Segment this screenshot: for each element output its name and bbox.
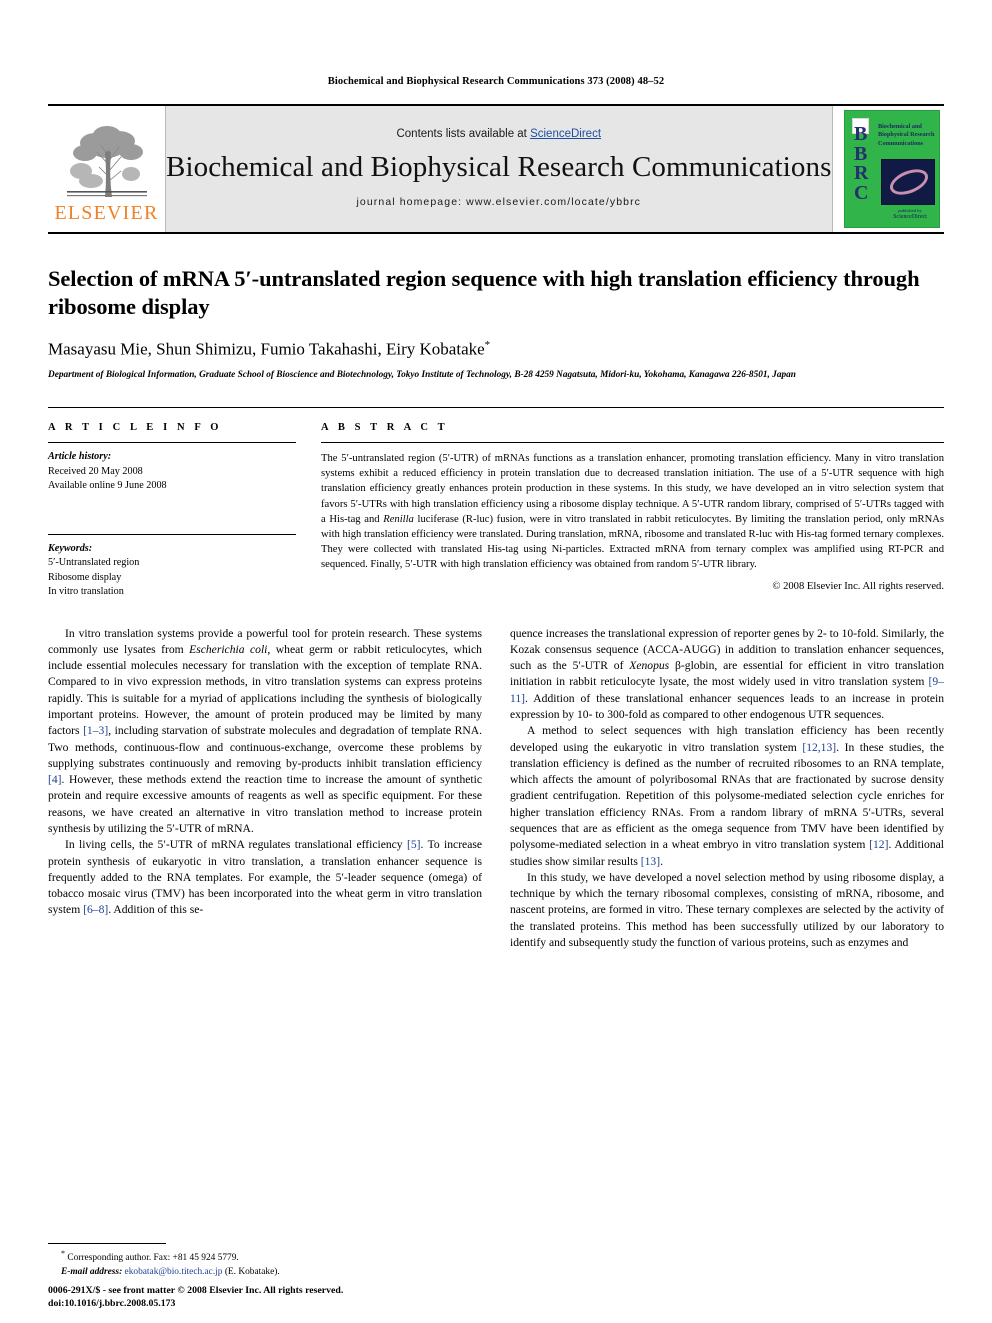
keyword-item: Ribosome display xyxy=(48,571,122,583)
abstract-text: The 5′-untranslated region (5′-UTR) of m… xyxy=(321,443,944,572)
masthead-center: Contents lists available at ScienceDirec… xyxy=(166,106,832,232)
sciencedirect-link[interactable]: ScienceDirect xyxy=(530,128,601,140)
body-text: . However, these methods extend the reac… xyxy=(48,773,482,835)
corresponding-author-marker: * xyxy=(484,338,491,351)
citation-link[interactable]: [4] xyxy=(48,773,62,786)
article-history-group: Article history: Received 20 May 2008 Av… xyxy=(48,443,296,493)
info-abstract-section: A R T I C L E I N F O Article history: R… xyxy=(48,407,944,599)
footnote-rule xyxy=(48,1242,166,1244)
italic-term: Xenopus xyxy=(629,659,670,673)
body-paragraph: quence increases the translational expre… xyxy=(510,626,944,724)
journal-title: Biochemical and Biophysical Research Com… xyxy=(166,150,832,183)
citation-link[interactable]: [6–8] xyxy=(83,903,108,916)
cover-imprint: published by ScienceDirect xyxy=(885,208,935,222)
citation-link[interactable]: [13] xyxy=(641,855,660,868)
article-info-heading: A R T I C L E I N F O xyxy=(48,422,223,434)
footnote-area: * Corresponding author. Fax: +81 45 924 … xyxy=(48,1242,482,1279)
email-link[interactable]: ekobatak@bio.titech.ac.jp xyxy=(125,1267,223,1277)
italic-term: Escherichia coli xyxy=(189,642,268,656)
available-online-date: Available online 9 June 2008 xyxy=(48,480,167,492)
keyword-item: 5′-Untranslated region xyxy=(48,557,140,569)
abstract-italic-term: Renilla xyxy=(383,513,414,525)
body-columns: In vitro translation systems provide a p… xyxy=(48,626,944,952)
body-column-left: In vitro translation systems provide a p… xyxy=(48,626,482,952)
journal-masthead: ELSEVIER Contents lists available at Sci… xyxy=(48,104,952,234)
author-names: Masayasu Mie, Shun Shimizu, Fumio Takaha… xyxy=(48,339,485,359)
body-text: . Addition of this se- xyxy=(108,903,204,917)
body-paragraph: In vitro translation systems provide a p… xyxy=(48,626,482,838)
footnote-star-icon: * xyxy=(61,1248,65,1258)
journal-cover-thumbnail: BBRC Biochemical and Biophysical Researc… xyxy=(844,110,941,228)
keywords-label: Keywords: xyxy=(48,542,93,554)
abstract-part-2: luciferase (R-luc) fusion, were in vitro… xyxy=(321,513,944,571)
received-date: Received 20 May 2008 xyxy=(48,465,143,477)
cover-artwork-ring xyxy=(886,164,932,200)
body-paragraph: In living cells, the 5′-UTR of mRNA regu… xyxy=(48,837,482,918)
email-label: E-mail address: xyxy=(61,1266,123,1277)
affiliation: Department of Biological Information, Gr… xyxy=(48,369,796,380)
elsevier-logo: ELSEVIER xyxy=(48,106,166,232)
citation-link[interactable]: [12] xyxy=(869,838,888,851)
journal-homepage-link[interactable]: journal homepage: www.elsevier.com/locat… xyxy=(356,196,641,208)
email-note: E-mail address: ekobatak@bio.titech.ac.j… xyxy=(48,1265,482,1279)
journal-cover: BBRC Biochemical and Biophysical Researc… xyxy=(831,106,952,232)
cover-imprint-small: published by xyxy=(898,208,922,214)
title-block: Selection of mRNA 5′-untranslated region… xyxy=(48,265,944,382)
body-text: In living cells, the 5′-UTR of mRNA regu… xyxy=(65,838,407,852)
body-text: . In these studies, the translation effi… xyxy=(510,740,944,852)
abstract-copyright: © 2008 Elsevier Inc. All rights reserved… xyxy=(772,581,944,593)
citation-link[interactable]: [12,13] xyxy=(802,741,836,754)
article-info-column: A R T I C L E I N F O Article history: R… xyxy=(48,422,296,599)
cover-journal-title: Biochemical and Biophysical Research Com… xyxy=(878,123,935,147)
body-paragraph: A method to select sequences with high t… xyxy=(510,723,944,870)
keyword-item: In vitro translation xyxy=(48,586,124,598)
front-matter-line: 0006-291X/$ - see front matter © 2008 El… xyxy=(48,1284,344,1296)
elsevier-wordmark: ELSEVIER xyxy=(54,202,159,224)
body-text: , including starvation of substrate mole… xyxy=(48,724,482,770)
body-column-right: quence increases the translational expre… xyxy=(510,626,944,952)
citation-link[interactable]: [5] xyxy=(407,838,421,851)
contents-prefix: Contents lists available at xyxy=(396,127,531,140)
abstract-heading: A B S T R A C T xyxy=(321,422,449,434)
corresponding-author-text: Corresponding author. Fax: +81 45 924 57… xyxy=(67,1252,239,1263)
page-title: Selection of mRNA 5′-untranslated region… xyxy=(48,266,920,320)
body-text: In this study, we have developed a novel… xyxy=(510,870,944,949)
doi-line: doi:10.1016/j.bbrc.2008.05.173 xyxy=(48,1298,176,1310)
keywords-group: Keywords: 5′-Untranslated region Ribosom… xyxy=(48,535,296,600)
citation-link[interactable]: [1–3] xyxy=(83,724,108,737)
abstract-column: A B S T R A C T The 5′-untranslated regi… xyxy=(321,422,944,599)
article-history-label: Article history: xyxy=(48,451,112,463)
elsevier-tree-icon xyxy=(60,119,153,201)
body-paragraph: In this study, we have developed a novel… xyxy=(510,870,944,951)
body-text: . Addition of these translational enhanc… xyxy=(510,691,944,721)
corresponding-author-note: * Corresponding author. Fax: +81 45 924 … xyxy=(48,1248,482,1265)
cover-acronym: BBRC xyxy=(854,123,869,204)
running-head: Biochemical and Biophysical Research Com… xyxy=(327,76,665,87)
body-text: . xyxy=(660,854,663,868)
author-list: Masayasu Mie, Shun Shimizu, Fumio Takaha… xyxy=(48,339,944,360)
email-owner: (E. Kobatake). xyxy=(224,1266,280,1277)
article-page: Biochemical and Biophysical Research Com… xyxy=(0,0,992,1323)
contents-available-line: Contents lists available at ScienceDirec… xyxy=(396,128,601,140)
issn-footer: 0006-291X/$ - see front matter © 2008 El… xyxy=(48,1284,548,1311)
cover-imprint-big: ScienceDirect xyxy=(893,214,927,221)
cover-artwork xyxy=(881,159,936,205)
